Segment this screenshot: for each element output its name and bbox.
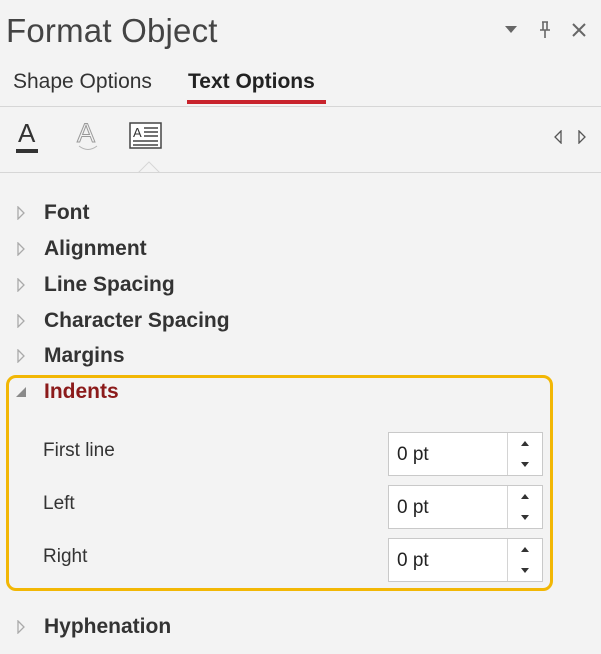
section-character-spacing[interactable]: Character Spacing [14,306,230,336]
textbox-tab[interactable]: A [128,117,164,157]
textbox-icon: A [129,122,162,149]
section-label: Indents [44,380,119,403]
pin-button[interactable] [534,18,556,42]
expand-icon [14,241,28,257]
section-margins[interactable]: Margins [14,341,125,371]
section-hyphenation[interactable]: Hyphenation [14,612,171,642]
right-indent-stepper[interactable]: 0 pt [388,538,543,582]
tab-text-options[interactable]: Text Options [188,70,315,94]
right-indent-label: Right [43,546,88,567]
divider [0,172,601,173]
close-button[interactable] [568,18,590,42]
left-indent-increase-button[interactable] [508,486,542,507]
first-line-decrease-button[interactable] [508,454,542,475]
pane-options-button[interactable] [500,18,522,42]
collapse-icon [14,384,28,400]
caret-up-icon [521,441,529,446]
text-fill-outline-tab[interactable]: A [10,117,46,157]
section-label: Character Spacing [44,309,230,332]
svg-text:A: A [133,125,142,140]
caret-down-icon [521,568,529,573]
svg-text:A: A [77,119,95,148]
stepper-buttons [507,486,542,528]
section-alignment[interactable]: Alignment [14,234,147,264]
expand-icon [14,348,28,364]
section-label: Margins [44,344,125,367]
expand-icon [14,619,28,635]
section-label: Hyphenation [44,615,172,638]
expand-icon [14,277,28,293]
svg-text:A: A [18,119,36,148]
caret-down-icon [521,515,529,520]
right-indent-decrease-button[interactable] [508,560,542,581]
left-indent-decrease-button[interactable] [508,507,542,528]
caret-down-icon [521,462,529,467]
pin-icon [540,21,550,38]
options-tabs: Shape Options Text Options [0,62,601,107]
section-label: Line Spacing [44,273,175,296]
text-effects-tab[interactable]: A [70,117,106,157]
text-fill-outline-icon: A [16,119,38,153]
left-indent-stepper[interactable]: 0 pt [388,485,543,529]
first-line-label: First line [43,440,115,461]
caret-up-icon [521,547,529,552]
section-label: Font [44,201,90,224]
section-line-spacing[interactable]: Line Spacing [14,270,175,300]
triangle-right-icon [578,130,586,144]
first-line-increase-button[interactable] [508,433,542,454]
scroll-right-button[interactable] [574,127,590,147]
stepper-buttons [507,539,542,581]
section-indents[interactable]: Indents [14,377,119,407]
close-icon [572,23,586,37]
first-line-stepper[interactable]: 0 pt [388,432,543,476]
scroll-left-button[interactable] [550,127,566,147]
left-indent-label: Left [43,493,75,514]
expand-icon [14,205,28,221]
icon-tab-row: A A A [0,107,601,173]
pane-header: Format Object [0,0,601,62]
expand-icon [14,313,28,329]
tab-shape-options[interactable]: Shape Options [13,70,152,94]
active-tab-indicator [187,100,326,104]
section-label: Alignment [44,237,147,260]
section-font[interactable]: Font [14,198,89,228]
first-line-value[interactable]: 0 pt [397,444,429,466]
pane-title: Format Object [6,12,218,49]
text-effects-icon: A [77,119,98,150]
triangle-left-icon [554,130,562,144]
stepper-buttons [507,433,542,475]
right-indent-value[interactable]: 0 pt [397,550,429,572]
format-object-pane: Format Object Shape Options Text Options… [0,0,601,654]
chevron-down-icon [505,26,517,33]
caret-up-icon [521,494,529,499]
left-indent-value[interactable]: 0 pt [397,497,429,519]
right-indent-increase-button[interactable] [508,539,542,560]
